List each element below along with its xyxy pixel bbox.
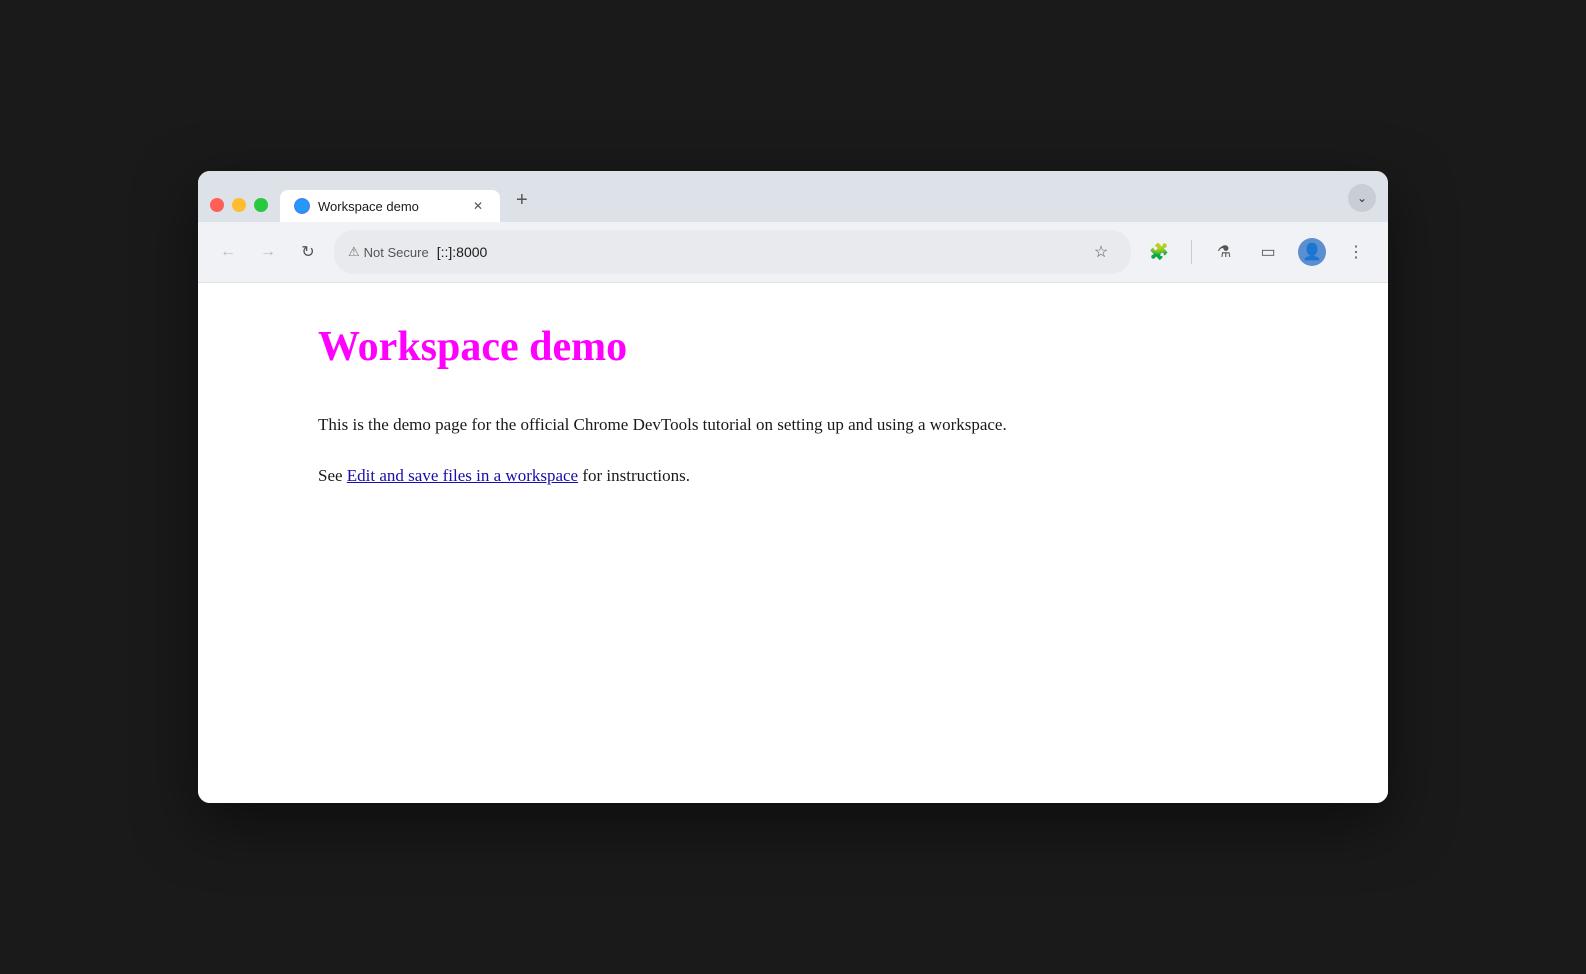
tab-title: Workspace demo	[318, 199, 462, 214]
sidebar-toggle-button[interactable]: ▭	[1252, 236, 1284, 268]
sidebar-icon: ▭	[1260, 242, 1275, 262]
warning-icon: ⚠	[348, 244, 360, 260]
address-bar: ← → ↻ ⚠ Not Secure [::]:8000 ☆ 🧩 ⚗	[198, 222, 1388, 283]
security-label: Not Secure	[364, 245, 429, 260]
back-button[interactable]: ←	[214, 238, 242, 266]
extensions-icon: 🧩	[1149, 242, 1169, 262]
tab-bar: 🌐 Workspace demo ✕ + ⌄	[198, 171, 1388, 222]
url-text: [::]:8000	[437, 244, 1077, 260]
page-heading: Workspace demo	[318, 323, 1368, 371]
bookmark-icon: ☆	[1094, 242, 1108, 262]
tab-favicon-icon: 🌐	[294, 198, 310, 214]
reload-button[interactable]: ↻	[294, 238, 322, 266]
toolbar-divider	[1191, 240, 1192, 264]
menu-button[interactable]: ⋮	[1340, 236, 1372, 268]
more-menu-icon: ⋮	[1348, 242, 1364, 262]
reload-icon: ↻	[301, 242, 314, 262]
url-bar-right-actions: ☆	[1085, 236, 1117, 268]
security-indicator: ⚠ Not Secure	[348, 244, 429, 260]
labs-icon: ⚗	[1217, 242, 1231, 262]
extensions-button[interactable]: 🧩	[1143, 236, 1175, 268]
back-icon: ←	[220, 243, 236, 261]
browser-window: 🌐 Workspace demo ✕ + ⌄ ← → ↻ ⚠ Not Secur…	[198, 171, 1388, 803]
workspace-link[interactable]: Edit and save files in a workspace	[347, 466, 578, 485]
see-label: See	[318, 466, 343, 485]
instructions-label: for instructions.	[582, 466, 690, 485]
traffic-light-red[interactable]	[210, 198, 224, 212]
tab-close-button[interactable]: ✕	[470, 198, 486, 214]
tab-dropdown-area: ⌄	[1348, 184, 1376, 222]
new-tab-button[interactable]: +	[504, 181, 540, 222]
tab-dropdown-button[interactable]: ⌄	[1348, 184, 1376, 212]
forward-button[interactable]: →	[254, 238, 282, 266]
traffic-light-green[interactable]	[254, 198, 268, 212]
bookmark-button[interactable]: ☆	[1085, 236, 1117, 268]
traffic-light-yellow[interactable]	[232, 198, 246, 212]
favicon-globe: 🌐	[296, 201, 308, 212]
profile-button[interactable]: 👤	[1296, 236, 1328, 268]
intro-text: This is the demo page for the official C…	[318, 415, 1007, 434]
page-body: This is the demo page for the official C…	[318, 411, 1368, 489]
url-bar[interactable]: ⚠ Not Secure [::]:8000 ☆	[334, 230, 1131, 274]
page-content: Workspace demo This is the demo page for…	[198, 283, 1388, 803]
labs-button[interactable]: ⚗	[1208, 236, 1240, 268]
active-tab[interactable]: 🌐 Workspace demo ✕	[280, 190, 500, 222]
avatar: 👤	[1298, 238, 1326, 266]
traffic-lights	[210, 198, 268, 222]
forward-icon: →	[260, 243, 276, 261]
profile-icon-person: 👤	[1302, 242, 1322, 262]
